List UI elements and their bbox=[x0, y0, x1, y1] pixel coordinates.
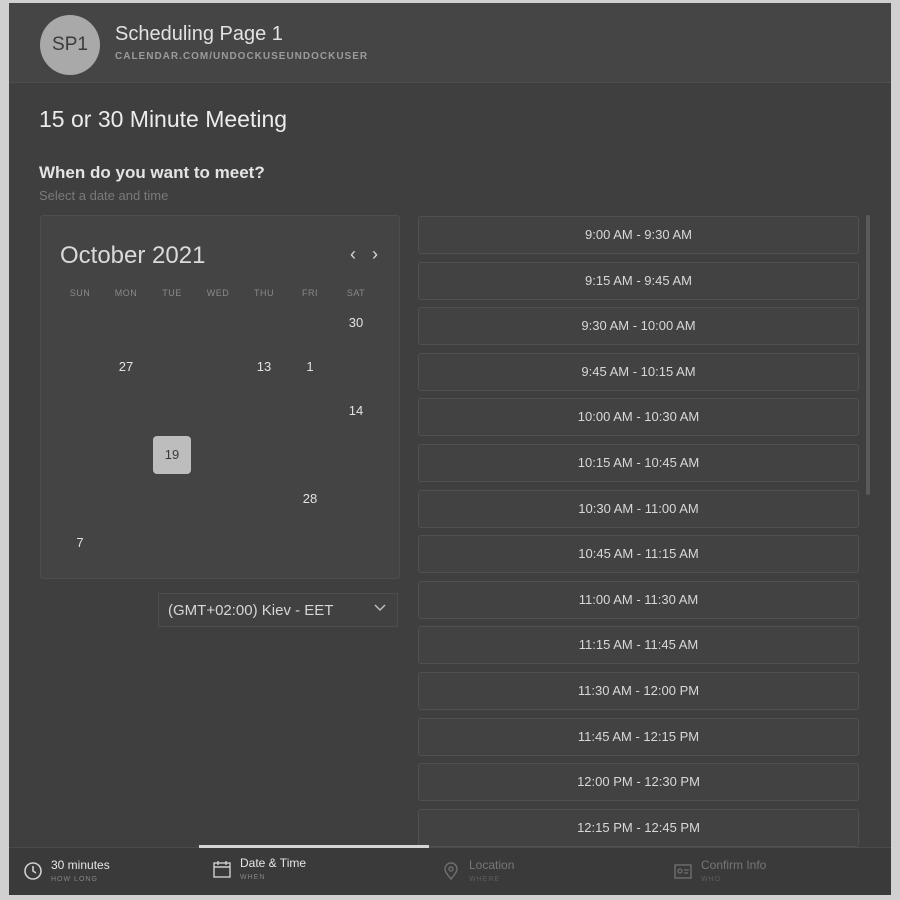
weekday-label: SUN bbox=[69, 288, 91, 298]
step-label: Date & Time bbox=[240, 856, 307, 870]
section-subtitle: Select a date and time bbox=[39, 188, 169, 203]
scheduling-page: SP1 Scheduling Page 1 CALENDAR.COM/UNDOC… bbox=[9, 3, 891, 895]
location-pin-icon bbox=[444, 862, 458, 881]
day-cell[interactable]: 7 bbox=[61, 524, 99, 562]
step-sublabel: WHEN bbox=[240, 874, 266, 881]
chevron-down-icon bbox=[373, 600, 387, 617]
time-slot-button[interactable]: 11:15 AM - 11:45 AM bbox=[418, 626, 859, 665]
time-slot-button[interactable]: 9:15 AM - 9:45 AM bbox=[418, 261, 859, 300]
page-url[interactable]: CALENDAR.COM/UNDOCKUSEUNDOCKUSER bbox=[115, 51, 368, 62]
day-selected[interactable]: 19 bbox=[153, 436, 191, 474]
time-slot-button[interactable]: 10:45 AM - 11:15 AM bbox=[418, 535, 859, 574]
time-slot-button[interactable]: 11:30 AM - 12:00 PM bbox=[418, 672, 859, 710]
day-cell[interactable]: 30 bbox=[337, 304, 375, 342]
timezone-select[interactable]: (GMT+02:00) Kiev - EET bbox=[158, 593, 398, 627]
month-label: October 2021 bbox=[60, 242, 206, 269]
day-cell[interactable]: 27 bbox=[107, 348, 145, 386]
time-slot-button[interactable]: 9:00 AM - 9:30 AM bbox=[418, 216, 859, 254]
weekday-label: MON bbox=[114, 288, 138, 298]
day-cell[interactable]: 1 bbox=[291, 348, 329, 386]
time-slot-button[interactable]: 10:00 AM - 10:30 AM bbox=[418, 398, 859, 437]
chevron-right-icon[interactable]: › bbox=[372, 244, 378, 265]
weekday-label: FRI bbox=[302, 288, 318, 298]
chevron-left-icon[interactable]: ‹ bbox=[350, 244, 356, 265]
step-label: 30 minutes bbox=[51, 858, 110, 872]
day-cell[interactable]: 14 bbox=[337, 392, 375, 430]
step-sublabel: HOW LONG bbox=[51, 876, 98, 883]
time-slot-list: 9:00 AM - 9:30 AM 9:15 AM - 9:45 AM 9:30 A… bbox=[418, 215, 860, 847]
scrollbar[interactable] bbox=[866, 215, 870, 495]
section-heading: When do you want to meet? bbox=[39, 163, 265, 182]
time-slot-button[interactable]: 11:00 AM - 11:30 AM bbox=[418, 580, 859, 619]
time-slot-button[interactable]: 10:15 AM - 10:45 AM bbox=[418, 444, 859, 482]
page-header: SP1 Scheduling Page 1 CALENDAR.COM/UNDOC… bbox=[9, 3, 891, 83]
avatar: SP1 bbox=[40, 15, 100, 75]
step-label: Confirm Info bbox=[701, 858, 767, 872]
day-cell[interactable]: 28 bbox=[291, 480, 329, 518]
date-picker: October 2021 ‹ › SUN MON TUE WED THU FRI SAT 3… bbox=[40, 215, 400, 579]
step-footer: 30 minutes HOW LONG Date & Time WHEN Loc… bbox=[9, 845, 891, 895]
calendar-icon bbox=[213, 861, 231, 878]
time-slot-button[interactable]: 10:30 AM - 11:00 AM bbox=[418, 489, 859, 528]
weekday-label: WED bbox=[206, 288, 230, 298]
time-slot-button[interactable]: 12:15 PM - 12:45 PM bbox=[418, 808, 859, 847]
step-progress-bar bbox=[199, 845, 429, 848]
step-sublabel: WHO bbox=[701, 876, 722, 883]
time-slot-button[interactable]: 9:30 AM - 10:00 AM bbox=[418, 307, 859, 346]
weekday-label: SAT bbox=[346, 288, 366, 298]
page-name: Scheduling Page 1 bbox=[115, 23, 283, 45]
person-card-icon bbox=[674, 864, 692, 879]
step-label: Location bbox=[469, 858, 515, 872]
meeting-title: 15 or 30 Minute Meeting bbox=[39, 106, 288, 132]
time-slot-button[interactable]: 12:00 PM - 12:30 PM bbox=[418, 763, 859, 802]
day-cell[interactable]: 13 bbox=[245, 348, 283, 386]
timezone-value: (GMT+02:00) Kiev - EET bbox=[168, 602, 334, 619]
clock-icon bbox=[24, 862, 42, 880]
weekday-label: TUE bbox=[162, 288, 182, 298]
time-slot-button[interactable]: 11:45 AM - 12:15 PM bbox=[418, 717, 859, 756]
step-sublabel: WHERE bbox=[469, 876, 501, 883]
weekday-label: THU bbox=[254, 288, 274, 298]
time-slot-button[interactable]: 9:45 AM - 10:15 AM bbox=[418, 352, 859, 391]
